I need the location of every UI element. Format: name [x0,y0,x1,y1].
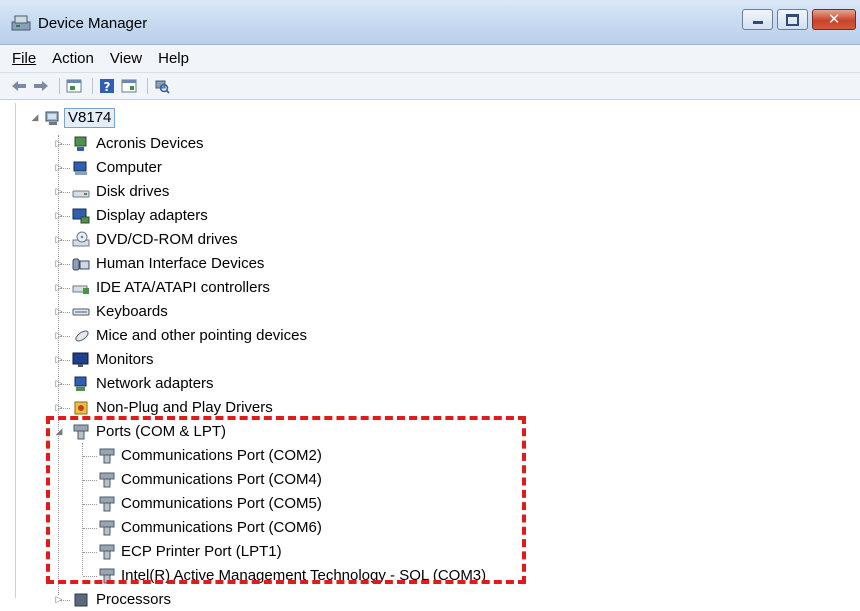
tree-node-port-com5[interactable]: Communications Port (COM5) [16,493,616,515]
tree-node-port-com3-amt-sol[interactable]: Intel(R) Active Management Technology - … [16,565,616,587]
category-label: IDE ATA/ATAPI controllers [96,279,270,296]
computer-icon [45,111,59,125]
mouse-icon [75,330,89,342]
tree-node-keyboards[interactable]: ▷ Keyboards [16,301,616,323]
minimize-icon [752,21,763,24]
back-icon[interactable] [10,77,28,95]
menu-bar: File Action View Help [0,45,860,73]
processor-icon [74,593,88,607]
category-label: Non-Plug and Play Drivers [96,399,273,416]
port-icon [99,544,115,560]
category-label: DVD/CD-ROM drives [96,231,238,248]
monitor-icon [72,352,89,367]
category-label: Ports (COM & LPT) [96,423,227,440]
tree-node-port-com4[interactable]: Communications Port (COM4) [16,469,616,491]
tree-node-computer[interactable]: ▷ Computer [16,157,616,179]
close-icon: ✕ [827,10,841,28]
forward-icon[interactable] [32,77,50,95]
tree-node-ide-ata-atapi-controllers[interactable]: ▷ IDE ATA/ATAPI controllers [16,277,616,299]
tree-node-human-interface-devices[interactable]: ▷ Human Interface Devices [16,253,616,275]
tree-node-ports-com-lpt[interactable]: ◢ Ports (COM & LPT) [16,421,616,443]
device-label: Communications Port (COM4) [121,471,322,488]
computer-icon [73,161,87,175]
menu-help[interactable]: Help [158,50,189,67]
tree-node-port-lpt1[interactable]: ECP Printer Port (LPT1) [16,541,616,563]
category-label: Monitors [96,351,154,368]
hid-icon [72,258,90,271]
keyboard-icon [72,308,90,316]
maximize-icon [786,13,799,26]
port-icon [99,520,115,536]
device-label: ECP Printer Port (LPT1) [121,543,282,560]
maximize-button[interactable] [777,9,808,30]
collapse-icon[interactable]: ◢ [30,107,40,129]
category-label: Network adapters [96,375,214,392]
toolbar: ? [0,73,860,100]
display-adapter-icon [72,208,90,224]
title-bar[interactable]: Device Manager ✕ [0,0,860,45]
tree-node-disk-drives[interactable]: ▷ Disk drives [16,181,616,203]
show-hide-icon[interactable] [120,77,138,95]
help-icon[interactable]: ? [98,77,116,95]
window-title: Device Manager [38,15,148,32]
port-icon [73,424,89,440]
port-icon [99,448,115,464]
dvd-drive-icon [72,231,90,247]
device-label: Communications Port (COM2) [121,447,322,464]
category-label: Processors [96,591,172,608]
device-label: Intel(R) Active Management Technology - … [121,567,487,584]
menu-file[interactable]: File [12,50,36,67]
tree-node-network-adapters[interactable]: ▷ Network adapters [16,373,616,395]
menu-action[interactable]: Action [52,50,94,67]
scan-hardware-icon[interactable] [153,77,171,95]
toolbar-separator [59,78,60,94]
network-adapter-icon [74,376,87,391]
root-computer-label[interactable]: V8174 [64,108,116,128]
disk-drive-icon [72,190,90,198]
category-label: Acronis Devices [96,135,204,152]
device-label: Communications Port (COM6) [121,519,322,536]
category-label: Mice and other pointing devices [96,327,307,344]
tree-node-display-adapters[interactable]: ▷ Display adapters [16,205,616,227]
device-manager-icon [11,15,31,31]
driver-icon [74,401,88,415]
tree-node-monitors[interactable]: ▷ Monitors [16,349,616,371]
collapse-icon[interactable]: ◢ [54,421,64,443]
tree-node-non-plug-and-play-drivers[interactable]: ▷ Non-Plug and Play Drivers [16,397,616,419]
port-icon [99,496,115,512]
tree-node-processors[interactable]: ▷ Processors [16,589,616,611]
tree-node-port-com6[interactable]: Communications Port (COM6) [16,517,616,539]
minimize-button[interactable] [742,9,773,30]
tree-node-mice[interactable]: ▷ Mice and other pointing devices [16,325,616,347]
ide-controller-icon [72,285,89,294]
tree-node-dvd-cd-rom-drives[interactable]: ▷ DVD/CD-ROM drives [16,229,616,251]
svg-text:?: ? [104,80,111,94]
port-icon [99,568,115,584]
network-device-icon [74,136,87,151]
tree-node-acronis-devices[interactable]: ▷ Acronis Devices [16,133,616,155]
close-button[interactable]: ✕ [812,9,856,30]
tree-node-port-com2[interactable]: Communications Port (COM2) [16,445,616,467]
category-label: Disk drives [96,183,170,200]
menu-view[interactable]: View [110,50,142,67]
toolbar-separator [147,78,148,94]
category-label: Keyboards [96,303,168,320]
properties-icon[interactable] [65,77,83,95]
port-icon [99,472,115,488]
category-label: Display adapters [96,207,208,224]
toolbar-separator [92,78,93,94]
device-label: Communications Port (COM5) [121,495,322,512]
device-tree[interactable]: ◢ V8174 ▷ Acronis Devices ▷ Computer ▷ D… [15,103,860,608]
category-label: Computer [96,159,162,176]
category-label: Human Interface Devices [96,255,265,272]
